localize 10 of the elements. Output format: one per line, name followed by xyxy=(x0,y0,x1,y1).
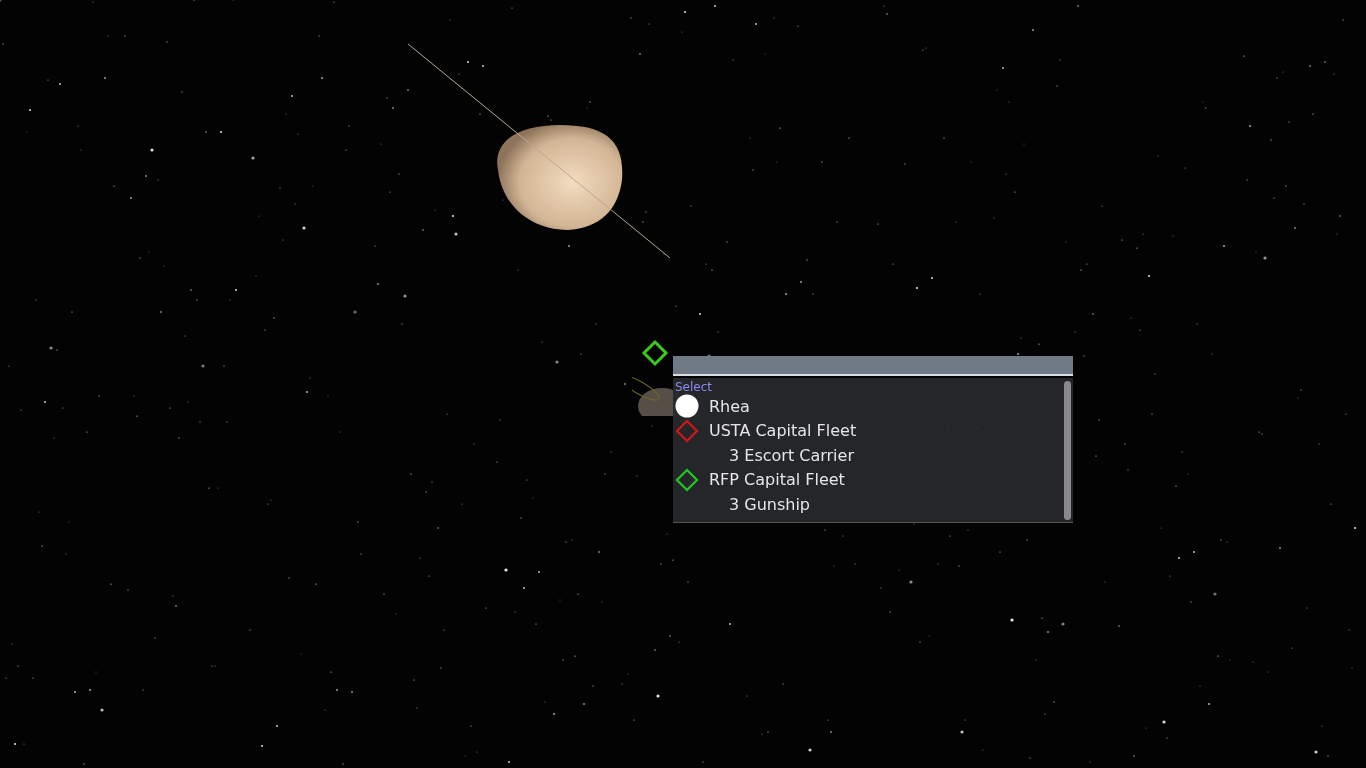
list-item[interactable]: RFP Capital Fleet xyxy=(675,467,1061,492)
planet-icon xyxy=(675,394,699,419)
list-item[interactable]: 3 Escort Carrier xyxy=(675,443,1061,468)
list-item[interactable]: Rhea xyxy=(675,394,1061,419)
list-header: Select xyxy=(675,380,714,394)
scrollbar[interactable] xyxy=(1064,381,1071,520)
list-item[interactable]: USTA Capital Fleet xyxy=(675,418,1061,443)
diamond-marker-icon[interactable] xyxy=(641,339,669,367)
search-field[interactable] xyxy=(673,356,1073,376)
list-item[interactable]: 3 Gunship xyxy=(675,492,1061,517)
